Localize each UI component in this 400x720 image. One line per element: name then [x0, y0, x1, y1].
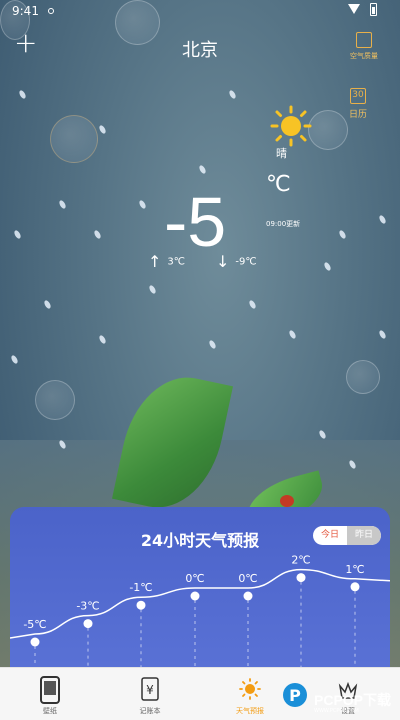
- bokeh-bubble: [50, 115, 98, 163]
- raindrop: [378, 329, 387, 340]
- yuan-ledger-icon: ¥: [141, 677, 159, 701]
- air-quality-icon: [356, 32, 372, 48]
- raindrop: [228, 89, 237, 100]
- day-toggle: 今日 昨日: [313, 526, 381, 545]
- status-time: 9:41: [12, 4, 39, 18]
- raindrop: [318, 429, 327, 440]
- chart-data-label: 0℃: [185, 572, 204, 585]
- notification-dot-icon: [48, 8, 54, 14]
- nav-item-ledger[interactable]: ¥ 记账本: [110, 668, 190, 720]
- pcpop-logo-icon: P: [283, 683, 307, 707]
- arrow-up-icon: ↑: [148, 252, 162, 271]
- raindrop: [323, 261, 332, 272]
- raindrop: [93, 229, 102, 240]
- low-temperature-value: -9℃: [235, 256, 257, 268]
- chart-data-label: 1℃: [345, 563, 364, 576]
- weather-condition: 晴: [276, 147, 287, 160]
- raindrop: [198, 164, 207, 175]
- chart-data-label: -1℃: [129, 581, 152, 594]
- toggle-today[interactable]: 今日: [313, 526, 347, 545]
- ladybug-image: [280, 495, 294, 507]
- toggle-yesterday[interactable]: 昨日: [347, 526, 381, 545]
- sun-icon: [239, 678, 261, 700]
- raindrop: [98, 124, 107, 135]
- watermark-subtext: WWW.PCPOP.COM: [314, 708, 359, 714]
- chart-point: [243, 591, 253, 601]
- air-quality-button[interactable]: 空气质量: [346, 32, 382, 61]
- chart-point: [350, 582, 360, 592]
- svg-text:P: P: [289, 686, 301, 705]
- temperature-unit: ℃: [266, 172, 291, 197]
- sun-icon: [270, 105, 312, 147]
- current-temperature: -5: [164, 183, 227, 261]
- nav-label: 壁纸: [43, 707, 57, 715]
- status-bar: 9:41: [0, 0, 400, 22]
- raindrop: [18, 89, 27, 100]
- low-temperature: ↓ -9℃: [216, 252, 257, 271]
- watermark-text: PCPOP下载: [314, 692, 392, 708]
- raindrop: [13, 229, 22, 240]
- raindrop: [10, 354, 19, 365]
- bokeh-bubble: [346, 360, 380, 394]
- raindrop: [248, 299, 257, 310]
- high-temperature-value: 3℃: [167, 256, 185, 268]
- city-title[interactable]: 北京: [0, 36, 400, 62]
- raindrop: [58, 199, 67, 210]
- update-time: 09:00更新: [266, 220, 301, 228]
- nav-label: 记账本: [139, 707, 161, 715]
- calendar-label: 日历: [348, 110, 367, 120]
- raindrop: [98, 334, 107, 345]
- high-temperature: ↑ 3℃: [148, 252, 185, 271]
- chart-point: [136, 600, 146, 610]
- raindrop: [378, 214, 387, 225]
- battery-icon: [370, 3, 377, 16]
- chart-point: [83, 619, 93, 629]
- raindrop: [148, 284, 157, 295]
- phone-wallpaper-icon: [40, 676, 60, 704]
- raindrop: [138, 199, 147, 210]
- bokeh-bubble: [35, 380, 75, 420]
- air-quality-label: 空气质量: [350, 52, 378, 60]
- chart-data-label: 2℃: [291, 554, 310, 567]
- svg-text:¥: ¥: [146, 683, 154, 697]
- chart-data-label: 0℃: [238, 572, 257, 585]
- chart-data-label: -3℃: [76, 600, 99, 613]
- chart-data-label: -5℃: [23, 618, 46, 631]
- chart-point: [30, 637, 40, 647]
- nav-item-wallpaper[interactable]: 壁纸: [10, 668, 90, 720]
- forecast-panel: -5℃ -3℃ -1℃ 0℃ 0℃ 2℃ 1℃ 24小时天气预报 今日 昨日: [10, 507, 390, 677]
- chart-point: [190, 591, 200, 601]
- raindrop: [338, 229, 347, 240]
- signal-icon: [348, 4, 360, 14]
- raindrop: [43, 299, 52, 310]
- raindrop: [288, 329, 297, 340]
- arrow-down-icon: ↓: [216, 252, 230, 271]
- pcpop-watermark: P PCPOP下载 WWW.PCPOP.COM: [278, 678, 400, 718]
- raindrop: [208, 339, 217, 350]
- calendar-icon: 30: [350, 88, 366, 104]
- chart-point: [296, 573, 306, 583]
- calendar-button[interactable]: 30 日历: [340, 88, 376, 120]
